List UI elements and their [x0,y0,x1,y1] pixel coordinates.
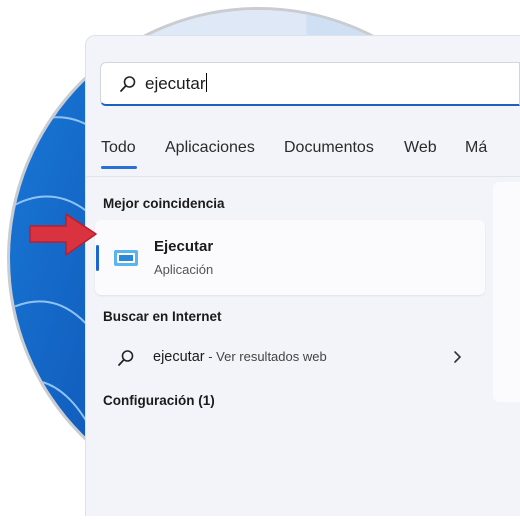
tab-documentos[interactable]: Documentos [284,139,374,157]
tab-more[interactable]: Má [465,139,487,157]
active-tab-indicator [101,166,137,169]
tabs-divider [85,176,520,177]
search-input[interactable]: ejecutar [145,73,208,94]
best-match-type: Aplicación [154,262,214,277]
best-match-result[interactable] [95,220,485,295]
best-match-name: Ejecutar [154,238,214,255]
web-result-text: ejecutar - Ver resultados web [153,349,327,365]
best-match-heading: Mejor coincidencia [103,196,225,211]
web-result-query: ejecutar [153,349,205,365]
search-box[interactable]: ejecutar [100,62,520,106]
tab-web[interactable]: Web [404,139,437,157]
run-app-icon [114,250,138,266]
text-caret [206,73,208,92]
search-icon [120,76,136,92]
tab-todo[interactable]: Todo [101,139,136,157]
pointer-arrow-icon [29,213,97,256]
details-pane [493,182,520,402]
web-search-result[interactable]: ejecutar - Ver resultados web [95,340,485,376]
web-result-suffix: - Ver resultados web [204,349,327,364]
internet-heading: Buscar en Internet [103,309,222,324]
tab-aplicaciones[interactable]: Aplicaciones [165,139,255,157]
search-icon [118,350,134,366]
settings-heading[interactable]: Configuración (1) [103,393,215,408]
chevron-right-icon[interactable] [451,348,465,366]
